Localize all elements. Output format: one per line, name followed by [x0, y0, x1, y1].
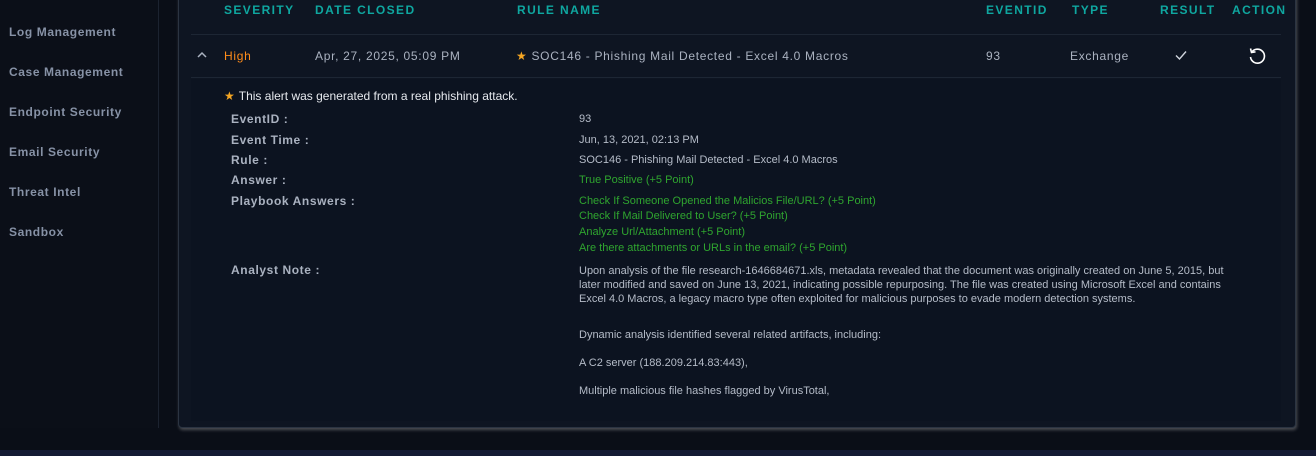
analyst-note-paragraph: A C2 server (188.209.214.83:443),	[579, 357, 748, 369]
playbook-label: Playbook Answers :	[231, 194, 356, 208]
star-icon: ★	[224, 89, 235, 103]
answer-value: True Positive (+5 Point)	[579, 174, 694, 186]
checkmark-icon	[1175, 51, 1187, 61]
header-type[interactable]: TYPE	[1072, 3, 1109, 17]
sidebar-item-log-management[interactable]: Log Management	[9, 25, 116, 39]
header-event-id[interactable]: EVENTID	[986, 3, 1048, 17]
rule-value: SOC146 - Phishing Mail Detected - Excel …	[579, 154, 838, 166]
type-value: Exchange	[1070, 49, 1129, 63]
answer-label: Answer :	[231, 173, 287, 187]
sidebar-item-email-security[interactable]: Email Security	[9, 145, 100, 159]
header-rule-name[interactable]: RULE NAME	[517, 3, 601, 17]
event-id-label: EventID :	[231, 112, 289, 126]
banner-text: This alert was generated from a real phi…	[238, 89, 518, 103]
analyst-note-label: Analyst Note :	[231, 263, 321, 277]
sidebar-item-endpoint-security[interactable]: Endpoint Security	[9, 105, 122, 119]
analyst-note-paragraph: Dynamic analysis identified several rela…	[579, 329, 882, 341]
severity-value: High	[224, 49, 252, 63]
analyst-note-paragraph: Multiple malicious file hashes flagged b…	[579, 385, 830, 397]
table-header: SEVERITY DATE CLOSED RULE NAME EVENTID T…	[179, 0, 1295, 21]
sidebar-item-threat-intel[interactable]: Threat Intel	[9, 185, 81, 199]
header-date-closed[interactable]: DATE CLOSED	[315, 3, 416, 17]
header-result: RESULT	[1160, 3, 1216, 17]
sidebar-item-case-management[interactable]: Case Management	[9, 65, 123, 79]
playbook-answer: Analyze Url/Attachment (+5 Point)	[579, 226, 745, 238]
analyst-note-paragraph: Upon analysis of the file research-16466…	[579, 265, 1224, 305]
event-time-value: Jun, 13, 2021, 02:13 PM	[579, 134, 699, 146]
rule-label: Rule :	[231, 153, 268, 167]
playbook-answer: Check If Mail Delivered to User? (+5 Poi…	[579, 210, 788, 222]
rule-name-cell[interactable]: ★ SOC146 - Phishing Mail Detected - Excel…	[516, 49, 849, 63]
table-row[interactable]: High Apr, 27, 2025, 05:09 PM ★ SOC146 - P…	[191, 34, 1281, 78]
event-time-label: Event Time :	[231, 133, 310, 147]
playbook-answer: Check If Someone Opened the Malicios Fil…	[579, 195, 876, 207]
event-id-value: 93	[986, 49, 1001, 63]
rule-name-value: SOC146 - Phishing Mail Detected - Excel …	[531, 49, 849, 63]
reopen-icon[interactable]	[1246, 44, 1268, 66]
sidebar: Log Management Case Management Endpoint …	[0, 0, 159, 428]
real-attack-banner: ★ This alert was generated from a real ph…	[224, 89, 518, 103]
header-severity[interactable]: SEVERITY	[224, 3, 295, 17]
playbook-answer: Are there attachments or URLs in the ema…	[579, 242, 848, 254]
alert-details: ★ This alert was generated from a real ph…	[191, 79, 1281, 421]
bottom-bar	[0, 450, 1316, 456]
header-action: ACTION	[1232, 3, 1287, 17]
star-icon: ★	[516, 49, 528, 63]
closed-alerts-panel: SEVERITY DATE CLOSED RULE NAME EVENTID T…	[178, 0, 1296, 428]
sidebar-item-sandbox[interactable]: Sandbox	[9, 225, 64, 239]
event-id-detail: 93	[579, 113, 592, 125]
chevron-up-icon[interactable]	[195, 48, 209, 62]
date-closed-value: Apr, 27, 2025, 05:09 PM	[315, 49, 461, 63]
